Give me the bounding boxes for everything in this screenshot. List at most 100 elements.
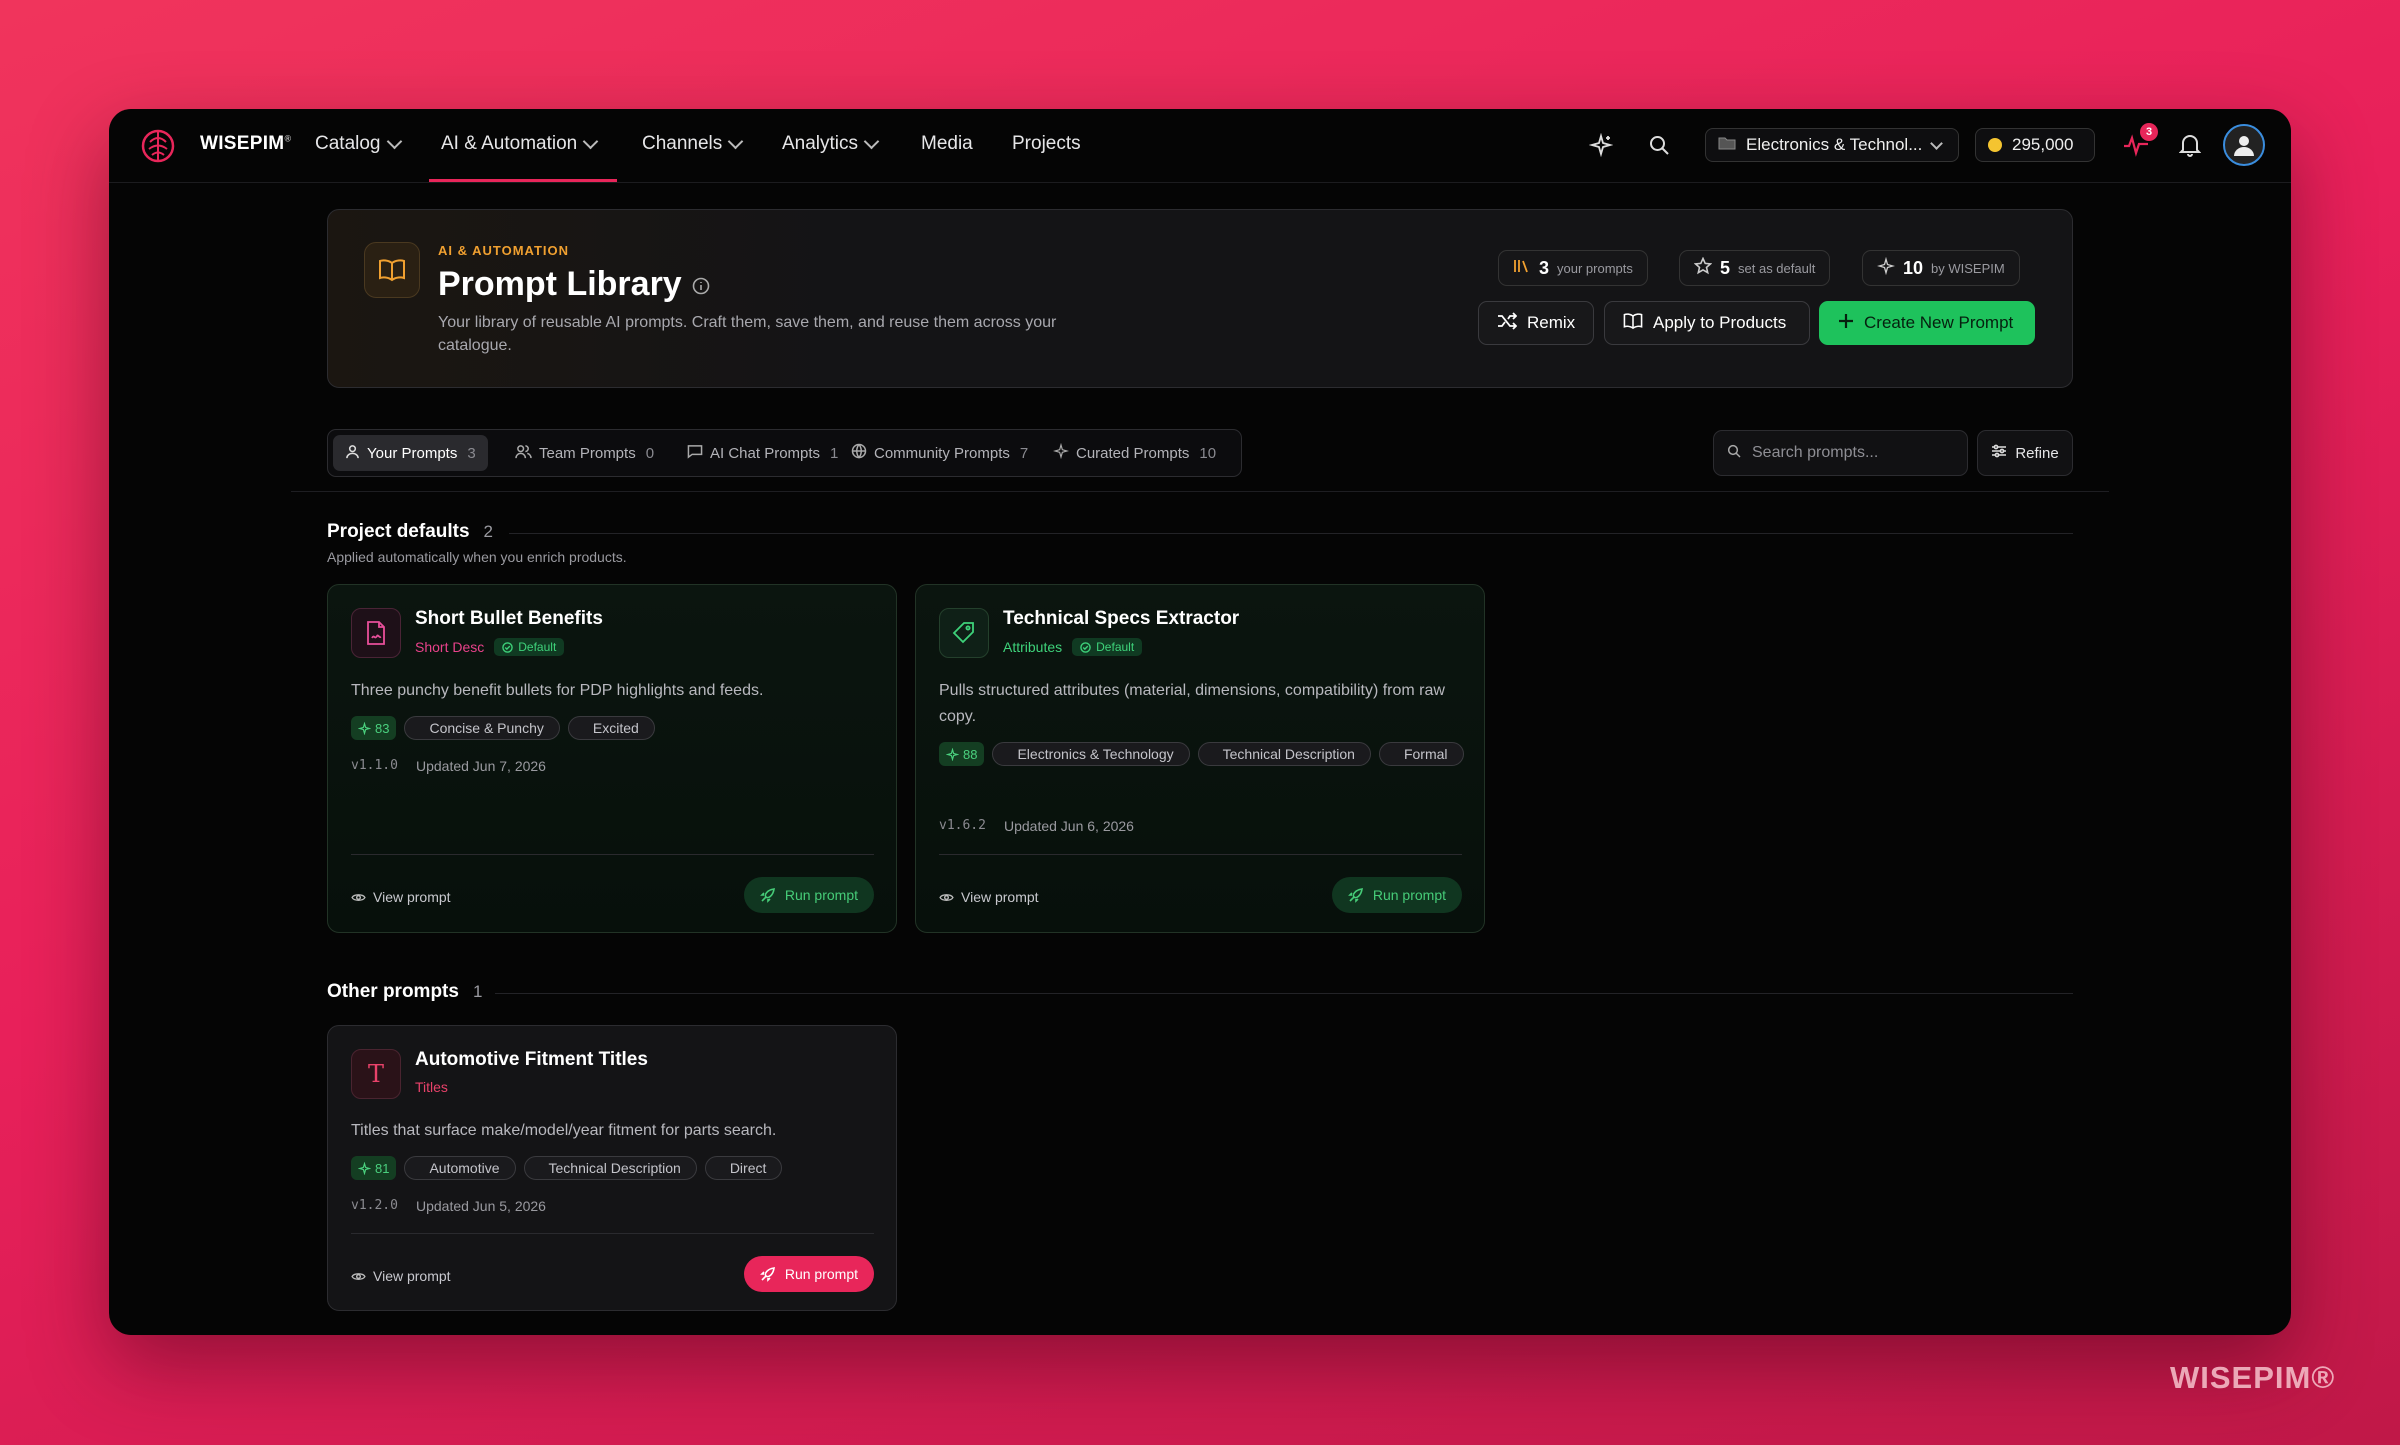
tab-label: Community Prompts — [874, 444, 1010, 462]
check-circle-icon — [502, 641, 514, 653]
card-description: Pulls structured attributes (material, d… — [939, 682, 1445, 725]
check-circle-icon — [1080, 641, 1091, 653]
create-new-prompt-button[interactable]: Create New Prompt — [1819, 301, 2035, 345]
section-title-text: Project defaults — [327, 521, 470, 542]
card-title: Short Bullet Benefits — [415, 608, 603, 629]
eye-icon — [351, 893, 366, 901]
score-value: 81 — [375, 1160, 390, 1176]
nav-channels[interactable]: Channels — [642, 133, 744, 155]
quality-score: 88 — [939, 742, 985, 766]
nav-label: AI & Automation — [441, 133, 578, 154]
sparkles-icon[interactable] — [1585, 129, 1617, 161]
run-prompt-button[interactable]: Run prompt — [1331, 877, 1462, 913]
nav-media[interactable]: Media — [921, 133, 973, 155]
nav-label: Media — [921, 133, 973, 154]
tab-your-prompts[interactable]: Your Prompts 3 — [333, 435, 488, 471]
remix-label: Remix — [1527, 313, 1576, 332]
coin-icon — [1988, 138, 2002, 152]
chevron-down-icon — [863, 133, 880, 149]
brand-label: WISEPIM — [200, 133, 285, 154]
version: v1.2.0 — [351, 1198, 398, 1213]
tag: Technical Description — [523, 1156, 697, 1180]
stat-value: 5 — [1720, 257, 1731, 278]
section-eyebrow: AI & AUTOMATION — [438, 243, 570, 258]
tab-team-prompts[interactable]: Team Prompts 0 — [503, 435, 666, 471]
library-icon — [1513, 258, 1531, 279]
nav-ai-automation[interactable]: AI & Automation — [441, 133, 599, 155]
credits-balance[interactable]: 295,000 — [1975, 128, 2095, 162]
search-icon[interactable] — [1643, 129, 1675, 161]
sliders-icon — [1991, 444, 2007, 462]
card-version-row: v1.1.0 Updated Jun 7, 2026 — [351, 758, 546, 774]
card-meta-row: Attributes Default — [1003, 638, 1143, 656]
brain-logo-icon[interactable] — [137, 125, 179, 167]
create-label: Create New Prompt — [1864, 313, 2014, 332]
view-label: View prompt — [961, 889, 1039, 905]
sparkles-icon — [358, 721, 371, 735]
tab-ai-chat-prompts[interactable]: AI Chat Prompts 1 — [675, 435, 850, 471]
sparkles-icon — [1052, 442, 1070, 463]
page-title: Prompt Library — [438, 265, 710, 304]
tab-curated-prompts[interactable]: Curated Prompts 10 — [1041, 435, 1228, 471]
tab-label: Team Prompts — [539, 444, 636, 462]
book-open-icon — [1623, 312, 1643, 335]
user-icon — [345, 444, 360, 463]
bell-icon[interactable] — [2174, 129, 2206, 161]
tab-count: 3 — [467, 444, 476, 462]
view-prompt-link[interactable]: View prompt — [351, 889, 451, 905]
tag: Automotive — [404, 1156, 516, 1180]
updated-date: Updated Jun 5, 2026 — [415, 1198, 546, 1214]
card-category: Short Desc — [415, 639, 485, 655]
workspace-selector[interactable]: Electronics & Technol... — [1705, 128, 1959, 162]
active-tab-indicator — [429, 179, 617, 182]
card-tags: 81 Automotive Technical Description Dire… — [351, 1156, 876, 1180]
nav-label: Channels — [642, 133, 723, 154]
chevron-down-icon — [386, 133, 402, 149]
default-badge: Default — [494, 638, 565, 656]
run-prompt-button[interactable]: Run prompt — [743, 1256, 874, 1292]
search-prompts-field[interactable]: Search prompts... — [1713, 430, 1968, 476]
text-type-icon: T — [351, 1049, 401, 1099]
file-signature-icon — [351, 608, 401, 658]
user-avatar[interactable] — [2223, 124, 2265, 166]
nav-projects[interactable]: Projects — [1012, 133, 1081, 155]
user-icon — [2234, 136, 2254, 156]
card-description: Three punchy benefit bullets for PDP hig… — [351, 682, 764, 699]
view-prompt-link[interactable]: View prompt — [939, 889, 1039, 905]
tab-community-prompts[interactable]: Community Prompts 7 — [839, 435, 1040, 471]
chat-icon — [687, 444, 703, 463]
tab-count: 1 — [830, 444, 839, 462]
info-icon[interactable] — [692, 265, 710, 304]
card-divider — [351, 1233, 874, 1234]
card-divider — [351, 854, 874, 855]
prompt-card[interactable]: T Automotive Fitment Titles Titles Title… — [327, 1025, 897, 1311]
section-divider — [495, 993, 2073, 994]
apply-to-products-button[interactable]: Apply to Products — [1604, 301, 1810, 345]
card-category: Titles — [415, 1079, 448, 1095]
nav-catalog[interactable]: Catalog — [315, 133, 402, 155]
section-other-prompts-title: Other prompts 1 — [327, 981, 482, 1003]
section-title-text: Other prompts — [327, 981, 459, 1002]
section-project-defaults-title: Project defaults 2 — [327, 521, 493, 543]
stat-label: set as default — [1738, 260, 1816, 276]
brand-name[interactable]: WISEPIM® — [200, 133, 291, 155]
remix-button[interactable]: Remix — [1478, 301, 1594, 345]
activity-icon[interactable]: 3 — [2120, 123, 2158, 161]
card-meta-row: Titles — [415, 1079, 448, 1095]
top-navigation: WISEPIM® Catalog AI & Automation Channel… — [109, 109, 2291, 183]
nav-analytics[interactable]: Analytics — [782, 133, 880, 155]
page-header-card: AI & AUTOMATION Prompt Library Your libr… — [327, 209, 2073, 388]
toolbar-divider — [291, 491, 2109, 492]
prompt-card[interactable]: Technical Specs Extractor Attributes Def… — [915, 584, 1485, 933]
run-label: Run prompt — [784, 887, 858, 903]
prompt-source-tabs: Your Prompts 3 Team Prompts 0 AI Chat Prom… — [327, 429, 1242, 477]
tag: Direct — [704, 1156, 783, 1180]
card-tags: 88 Electronics & Technology Technical De… — [939, 742, 1464, 766]
card-tags: 83 Concise & Punchy Excited — [351, 716, 876, 740]
prompt-card[interactable]: Short Bullet Benefits Short Desc Default… — [327, 584, 897, 933]
view-prompt-link[interactable]: View prompt — [351, 1268, 451, 1284]
refine-button[interactable]: Refine — [1977, 430, 2073, 476]
run-prompt-button[interactable]: Run prompt — [743, 877, 874, 913]
sparkles-icon — [1876, 256, 1896, 280]
tag: Concise & Punchy — [404, 716, 560, 740]
